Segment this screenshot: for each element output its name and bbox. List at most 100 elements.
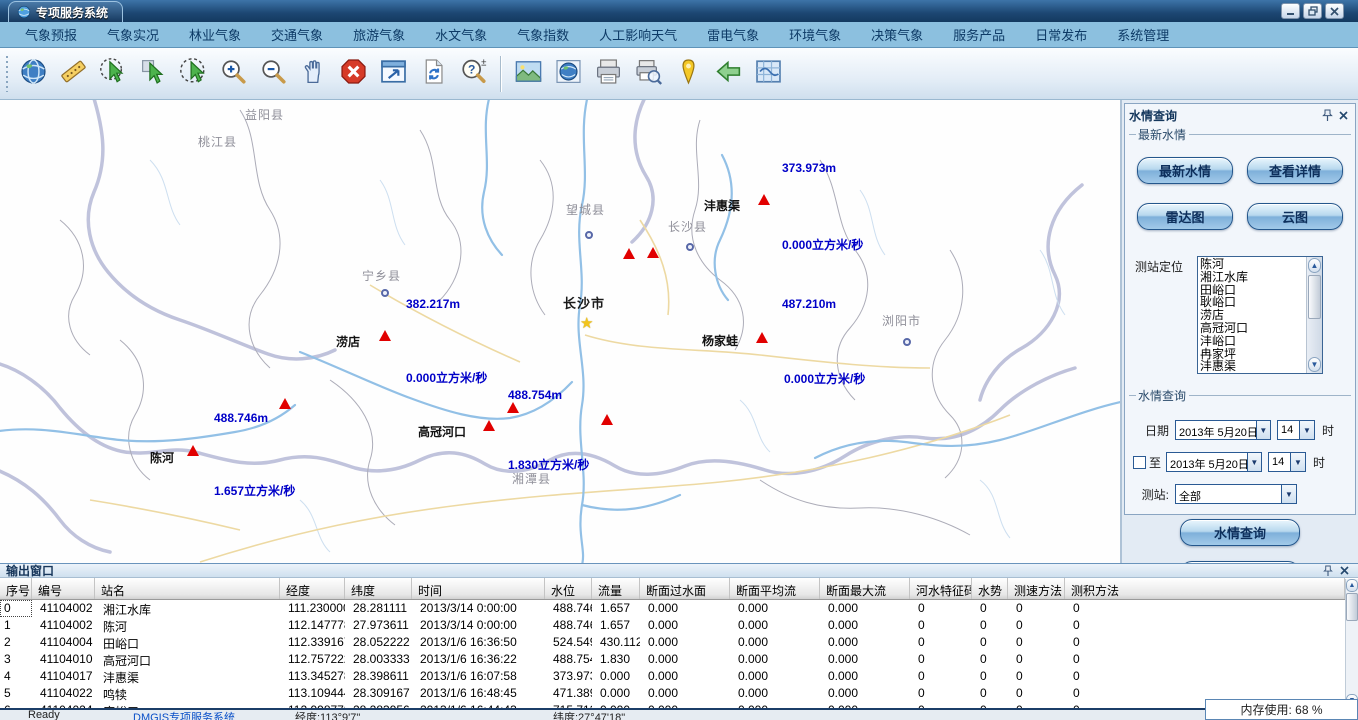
column-header-3[interactable]: 经度: [280, 578, 345, 599]
table-row[interactable]: 441104017沣惠渠113.34527828.3986112013/1/6 …: [0, 668, 1345, 685]
column-header-12[interactable]: 水势: [972, 578, 1008, 599]
station-triangle-marker[interactable]: [758, 194, 770, 205]
table-row[interactable]: 541104022鸣犊113.10944428.3091672013/1/6 1…: [0, 685, 1345, 702]
latest-button-2[interactable]: 雷达图: [1137, 203, 1233, 230]
latest-button-3[interactable]: 云图: [1247, 203, 1343, 230]
select-features-button[interactable]: [93, 52, 133, 96]
menu-item-2[interactable]: 林业气象: [174, 22, 256, 47]
start-hour-select[interactable]: 14 ▼: [1277, 420, 1315, 440]
chevron-down-icon[interactable]: ▼: [1247, 453, 1261, 471]
menu-item-11[interactable]: 服务产品: [938, 22, 1020, 47]
column-header-14[interactable]: 测积方法: [1065, 578, 1345, 599]
station-list-item[interactable]: 沣峪口: [1200, 335, 1306, 348]
pin-icon[interactable]: [1319, 108, 1335, 123]
pin-icon[interactable]: [1320, 563, 1336, 578]
map-canvas[interactable]: 益阳县桃江县宁乡县望城县长沙县湘潭县浏阳市长沙市涝店陈河高冠河口杨家蛙沣惠渠38…: [0, 100, 1122, 563]
chevron-down-icon[interactable]: ▼: [1299, 421, 1314, 439]
chevron-down-icon[interactable]: ▼: [1256, 421, 1270, 439]
select-arrow-button[interactable]: [133, 52, 173, 96]
menu-item-1[interactable]: 气象实况: [92, 22, 174, 47]
menu-item-7[interactable]: 人工影响天气: [584, 22, 692, 47]
scroll-up-button[interactable]: ▲: [1308, 258, 1321, 273]
column-header-8[interactable]: 断面过水面: [640, 578, 730, 599]
column-header-1[interactable]: 编号: [32, 578, 95, 599]
station-triangle-marker[interactable]: [623, 248, 635, 259]
menu-item-3[interactable]: 交通气象: [256, 22, 338, 47]
menu-item-9[interactable]: 环境气象: [774, 22, 856, 47]
station-triangle-marker[interactable]: [507, 402, 519, 413]
column-header-4[interactable]: 纬度: [345, 578, 412, 599]
menu-item-6[interactable]: 气象指数: [502, 22, 584, 47]
table-row[interactable]: 141104002陈河112.14777827.9736112013/3/14 …: [0, 617, 1345, 634]
menu-item-10[interactable]: 决策气象: [856, 22, 938, 47]
print-button[interactable]: [588, 52, 628, 96]
close-button[interactable]: [1325, 3, 1344, 19]
end-hour-select[interactable]: 14 ▼: [1268, 452, 1306, 472]
column-header-6[interactable]: 水位: [545, 578, 592, 599]
pan-hand-button[interactable]: [293, 52, 333, 96]
chevron-down-icon[interactable]: ▼: [1281, 485, 1296, 503]
scrollbar-track[interactable]: [1346, 593, 1358, 693]
station-select[interactable]: 全部 ▼: [1175, 484, 1297, 504]
identify-button[interactable]: ?±: [453, 52, 493, 96]
column-header-2[interactable]: 站名: [95, 578, 280, 599]
world-view-button[interactable]: [548, 52, 588, 96]
menu-item-8[interactable]: 雷电气象: [692, 22, 774, 47]
scrollbar-thumb[interactable]: [1308, 275, 1321, 319]
column-header-0[interactable]: 序号: [0, 578, 32, 599]
column-header-5[interactable]: 时间: [412, 578, 545, 599]
globe-button[interactable]: [13, 52, 53, 96]
to-date-checkbox[interactable]: [1133, 456, 1146, 469]
latest-button-1[interactable]: 查看详情: [1247, 157, 1343, 184]
minimize-button[interactable]: [1281, 3, 1300, 19]
zoom-out-button[interactable]: [253, 52, 293, 96]
end-date-select[interactable]: 2013年 5月20日 ▼: [1166, 452, 1262, 472]
column-header-9[interactable]: 断面平均流: [730, 578, 820, 599]
station-triangle-marker[interactable]: [279, 398, 291, 409]
refresh-button[interactable]: [413, 52, 453, 96]
full-extent-button[interactable]: [373, 52, 413, 96]
station-triangle-marker[interactable]: [601, 414, 613, 425]
print-preview-button[interactable]: [628, 52, 668, 96]
scroll-down-button[interactable]: ▼: [1308, 357, 1321, 372]
menu-item-0[interactable]: 气象预报: [10, 22, 92, 47]
column-header-13[interactable]: 测速方法: [1008, 578, 1065, 599]
table-row[interactable]: 341104010高冠河口112.75722228.0033332013/1/6…: [0, 651, 1345, 668]
station-triangle-marker[interactable]: [756, 332, 768, 343]
menu-item-4[interactable]: 旅游气象: [338, 22, 420, 47]
menu-item-12[interactable]: 日常发布: [1020, 22, 1102, 47]
station-triangle-marker[interactable]: [379, 330, 391, 341]
overview-map-button[interactable]: [748, 52, 788, 96]
table-row[interactable]: 041104002湘江水库111.23000028.2811112013/3/1…: [0, 600, 1345, 617]
menu-item-5[interactable]: 水文气象: [420, 22, 502, 47]
station-triangle-marker[interactable]: [483, 420, 495, 431]
column-header-7[interactable]: 流量: [592, 578, 640, 599]
station-triangle-marker[interactable]: [187, 445, 199, 456]
back-button[interactable]: [708, 52, 748, 96]
image-export-button[interactable]: [508, 52, 548, 96]
station-list-item[interactable]: 沣惠渠: [1200, 360, 1306, 373]
scrollbar-track[interactable]: [1307, 274, 1322, 356]
station-list-item[interactable]: 湘江水库: [1200, 271, 1306, 284]
select-circle-button[interactable]: [173, 52, 213, 96]
column-header-11[interactable]: 河水特征码: [910, 578, 972, 599]
close-icon[interactable]: [1336, 563, 1352, 578]
scrollbar-thumb[interactable]: [1346, 593, 1358, 621]
zoom-in-button[interactable]: [213, 52, 253, 96]
station-list-item[interactable]: 高冠河口: [1200, 322, 1306, 335]
close-icon[interactable]: [1335, 108, 1351, 123]
water-query-button[interactable]: 水情查询: [1180, 519, 1300, 546]
latest-button-0[interactable]: 最新水情: [1137, 157, 1233, 184]
placemark-button[interactable]: [668, 52, 708, 96]
toolbar-drag-handle[interactable]: [5, 56, 10, 92]
scroll-up-button[interactable]: ▲: [1346, 579, 1358, 592]
stop-button[interactable]: [333, 52, 373, 96]
column-header-10[interactable]: 断面最大流: [820, 578, 910, 599]
menu-item-13[interactable]: 系统管理: [1102, 22, 1184, 47]
restore-button[interactable]: [1303, 3, 1322, 19]
table-row[interactable]: 241104004田峪口112.33916728.0522222013/1/6 …: [0, 634, 1345, 651]
measure-ruler-button[interactable]: [53, 52, 93, 96]
station-list-item[interactable]: 陈河: [1200, 258, 1306, 271]
chevron-down-icon[interactable]: ▼: [1290, 453, 1305, 471]
station-triangle-marker[interactable]: [647, 247, 659, 258]
